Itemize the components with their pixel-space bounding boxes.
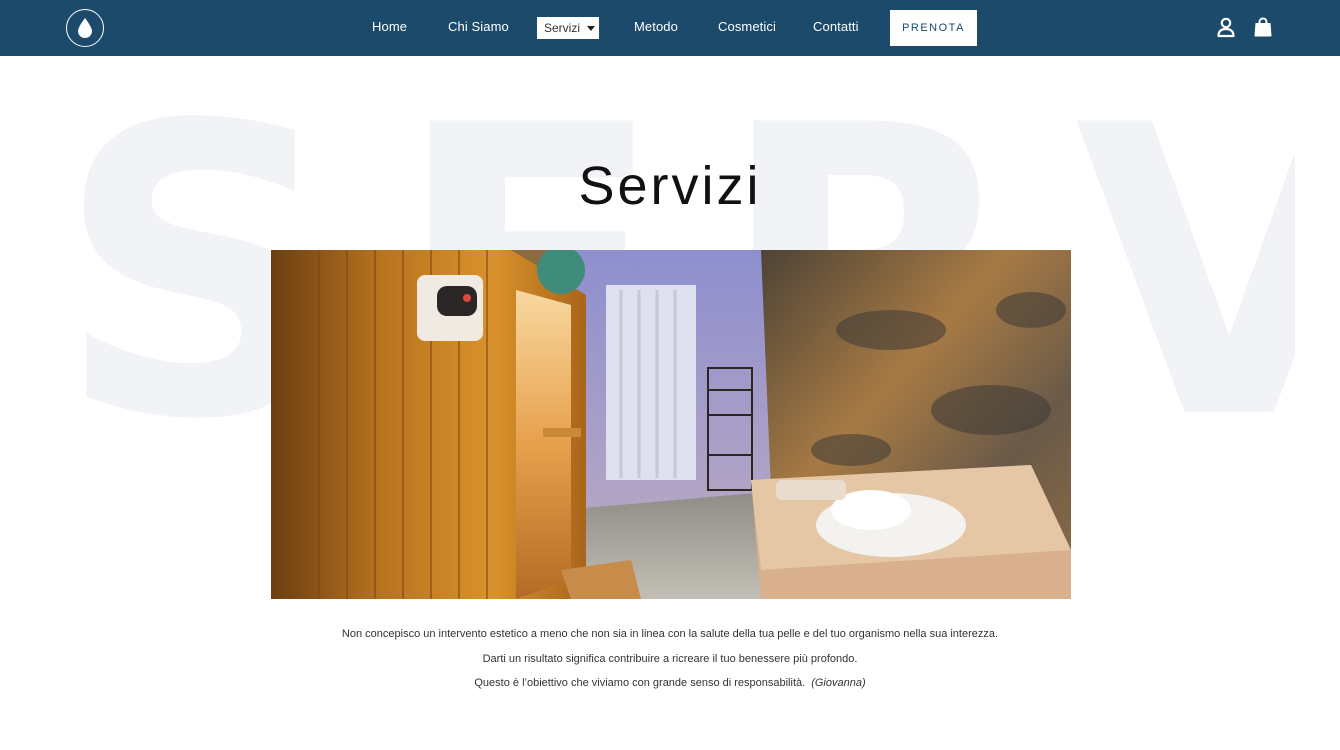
prenota-button[interactable]: PRENOTA bbox=[890, 10, 977, 46]
page-title: Servizi bbox=[578, 156, 762, 216]
logo[interactable] bbox=[66, 9, 104, 47]
spa-room-photo bbox=[271, 250, 1071, 599]
intro-text: Non concepisco un intervento estetico a … bbox=[0, 627, 1340, 701]
nav-servizi-label: Servizi bbox=[544, 21, 581, 35]
intro-line-1: Non concepisco un intervento estetico a … bbox=[341, 628, 999, 640]
water-drop-icon bbox=[78, 18, 92, 38]
chevron-down-icon bbox=[587, 25, 596, 31]
intro-line-2: Darti un risultato significa contribuire… bbox=[482, 652, 858, 665]
user-icon[interactable] bbox=[1215, 16, 1237, 38]
nav-home[interactable]: Home bbox=[372, 19, 407, 34]
nav-metodo[interactable]: Metodo bbox=[634, 19, 678, 34]
nav-contatti[interactable]: Contatti bbox=[813, 19, 859, 34]
intro-line-3-text: Questo è l’obiettivo che viviamo con gra… bbox=[474, 677, 806, 689]
shopping-bag-icon[interactable] bbox=[1252, 16, 1274, 38]
nav-servizi-dropdown[interactable]: Servizi bbox=[537, 17, 599, 39]
nav-cosmetici[interactable]: Cosmetici bbox=[718, 19, 776, 34]
top-navbar: Home Chi Siamo Servizi Metodo Cosmetici … bbox=[0, 0, 1340, 56]
intro-line-3: Questo è l’obiettivo che viviamo con gra… bbox=[0, 676, 1340, 690]
signature: (Giovanna) bbox=[811, 677, 866, 689]
nav-chi-siamo[interactable]: Chi Siamo bbox=[448, 19, 509, 34]
